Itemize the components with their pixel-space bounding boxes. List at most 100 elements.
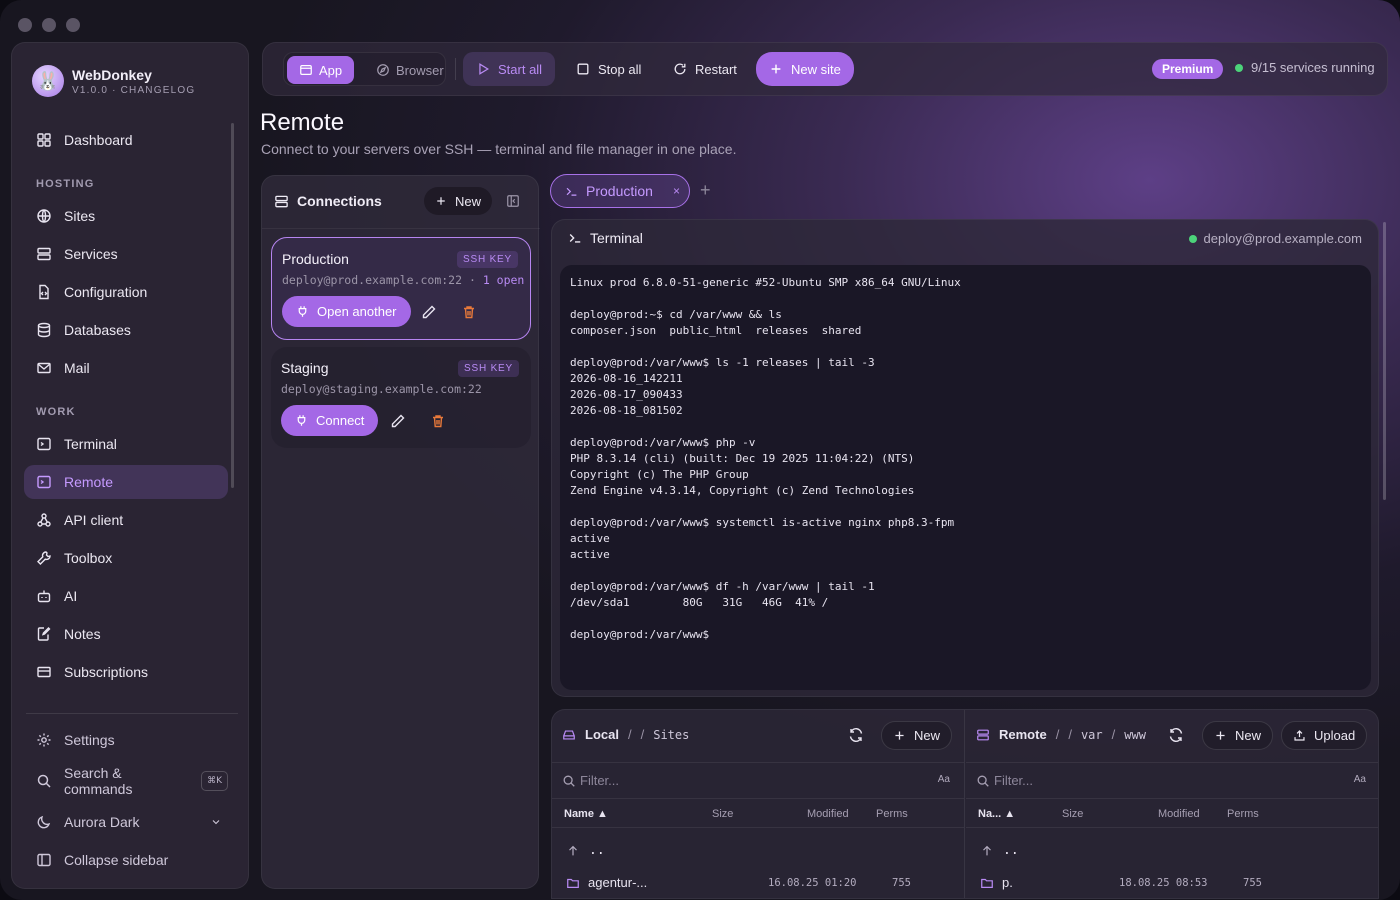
mode-app-button[interactable]: App <box>287 56 355 84</box>
open-another-label: Open another <box>317 304 397 319</box>
new-remote-button[interactable]: New <box>1202 721 1274 750</box>
trash-icon[interactable] <box>461 304 477 320</box>
connection-card-staging[interactable]: Staging SSH KEY deploy@staging.example.c… <box>271 347 531 448</box>
sidebar-item-subscriptions[interactable]: Subscriptions <box>24 655 228 689</box>
breadcrumb-root[interactable]: Local <box>585 727 619 742</box>
sidebar-item-sites[interactable]: Sites <box>24 199 228 233</box>
edit-pencil-icon[interactable] <box>390 413 406 429</box>
theme-selector[interactable]: Aurora Dark <box>24 805 228 839</box>
column-modified[interactable]: Modified <box>1158 808 1200 820</box>
column-modified[interactable]: Modified <box>807 808 849 820</box>
sidebar-item-label: Notes <box>64 626 101 642</box>
connection-address-line: deploy@prod.example.com:22 · 1 open <box>282 273 525 287</box>
terminal-line: /dev/sda1 80G 31G 46G 41% / <box>570 596 829 609</box>
premium-badge[interactable]: Premium <box>1152 59 1224 79</box>
minimize-window-button[interactable] <box>42 18 56 32</box>
breadcrumb-segment[interactable]: var <box>1081 728 1103 742</box>
app-version-changelog[interactable]: V1.0.0 · CHANGELOG <box>72 85 195 96</box>
sidebar-item-toolbox[interactable]: Toolbox <box>24 541 228 575</box>
mail-icon <box>37 362 51 374</box>
add-tab-button[interactable]: + <box>700 181 711 199</box>
column-size[interactable]: Size <box>1062 808 1083 820</box>
sidebar-scrollbar[interactable] <box>231 123 234 488</box>
terminal-panel: Terminal deploy@prod.example.com Linux p… <box>551 219 1379 697</box>
stop-icon <box>577 63 589 75</box>
stop-all-button[interactable]: Stop all <box>563 52 654 86</box>
terminal-header: Terminal <box>568 230 643 246</box>
new-local-button[interactable]: New <box>881 721 953 750</box>
plug-icon <box>298 306 307 317</box>
column-perms[interactable]: Perms <box>1227 808 1259 820</box>
remote-filter-input[interactable] <box>994 773 1314 788</box>
sidebar-item-search-commands[interactable]: Search & commands ⌘K <box>24 764 228 798</box>
close-tab-icon[interactable]: × <box>673 184 680 198</box>
connections-panel: Connections New Production SSH KEY deplo… <box>261 175 540 889</box>
column-name[interactable]: Na... ▲ <box>978 808 1015 820</box>
page-subtitle: Connect to your servers over SSH — termi… <box>261 141 737 157</box>
breadcrumb-segment[interactable]: www <box>1124 728 1146 742</box>
remote-file-pane: Remote / / var / www New Upload Aa <box>966 710 1378 898</box>
table-row[interactable]: p. 18.08.25 08:53 755 <box>966 872 1378 894</box>
start-all-button[interactable]: Start all <box>463 52 556 86</box>
connection-card-production[interactable]: Production SSH KEY deploy@prod.example.c… <box>271 237 531 340</box>
table-row[interactable]: agentur-... 16.08.25 01:20 755 <box>552 872 964 894</box>
sidebar-item-services[interactable]: Services <box>24 237 228 271</box>
terminal-line: Copyright (c) The PHP Group <box>570 468 749 481</box>
refresh-icon[interactable] <box>848 727 864 743</box>
tab-production[interactable]: Production × <box>550 174 690 208</box>
theme-label: Aurora Dark <box>64 814 140 830</box>
maximize-window-button[interactable] <box>66 18 80 32</box>
new-site-button[interactable]: New site <box>756 52 854 86</box>
sidebar-item-api-client[interactable]: API client <box>24 503 228 537</box>
breadcrumb-segment[interactable]: Sites <box>653 728 689 742</box>
sidebar-item-configuration[interactable]: Configuration <box>24 275 228 309</box>
terminal-line: PHP 8.3.14 (cli) (built: Dec 19 2025 11:… <box>570 452 915 465</box>
sidebar-item-dashboard[interactable]: Dashboard <box>24 123 228 157</box>
sidebar-item-settings[interactable]: Settings <box>24 723 228 757</box>
new-connection-label: New <box>455 193 482 209</box>
local-filter-input[interactable] <box>580 773 900 788</box>
collapse-sidebar-button[interactable]: Collapse sidebar <box>24 843 228 877</box>
column-name[interactable]: Name ▲ <box>564 808 608 820</box>
parent-dir-row[interactable]: .. <box>966 840 1378 862</box>
close-window-button[interactable] <box>18 18 32 32</box>
terminal-line: active <box>570 548 610 561</box>
column-perms[interactable]: Perms <box>876 808 908 820</box>
sidebar-item-databases[interactable]: Databases <box>24 313 228 347</box>
database-icon <box>37 322 51 338</box>
sidebar-item-label: AI <box>64 588 78 604</box>
match-case-toggle[interactable]: Aa <box>1354 774 1366 785</box>
refresh-icon[interactable] <box>1168 727 1184 743</box>
moon-icon <box>37 815 51 829</box>
new-connection-button[interactable]: New <box>424 187 493 215</box>
restart-button[interactable]: Restart <box>660 52 750 86</box>
main-scrollbar[interactable] <box>1383 222 1386 500</box>
brand[interactable]: 🐰 WebDonkey V1.0.0 · CHANGELOG <box>32 65 195 97</box>
folder-icon <box>567 878 579 888</box>
column-size[interactable]: Size <box>712 808 733 820</box>
match-case-toggle[interactable]: Aa <box>938 774 950 785</box>
auth-type-badge: SSH KEY <box>457 251 518 268</box>
services-status[interactable]: 9/15 services running <box>1235 60 1375 75</box>
sidebar-item-terminal[interactable]: Terminal <box>24 427 228 461</box>
sidebar-item-label: Terminal <box>64 436 117 452</box>
upload-button[interactable]: Upload <box>1281 721 1368 750</box>
sidebar-item-mail[interactable]: Mail <box>24 351 228 385</box>
server-icon <box>275 195 288 207</box>
sidebar-item-remote[interactable]: Remote <box>24 465 228 499</box>
sidebar-item-ai[interactable]: AI <box>24 579 228 613</box>
parent-dir-row[interactable]: .. <box>552 840 964 862</box>
trash-icon[interactable] <box>430 413 446 429</box>
mode-browser-button[interactable]: Browser <box>364 56 456 84</box>
connect-button[interactable]: Connect <box>281 405 379 436</box>
arrow-up-icon <box>983 845 991 856</box>
sidebar-item-notes[interactable]: Notes <box>24 617 228 651</box>
breadcrumb-root[interactable]: Remote <box>999 727 1047 742</box>
app-window: 🐰 WebDonkey V1.0.0 · CHANGELOG Dashboard… <box>0 0 1400 900</box>
file-name: agentur-... <box>588 875 648 890</box>
edit-pencil-icon[interactable] <box>421 304 437 320</box>
terminal-output[interactable]: Linux prod 6.8.0-51-generic #52-Ubuntu S… <box>560 265 1371 690</box>
open-another-button[interactable]: Open another <box>282 296 411 327</box>
collapse-panel-icon[interactable] <box>506 194 520 208</box>
